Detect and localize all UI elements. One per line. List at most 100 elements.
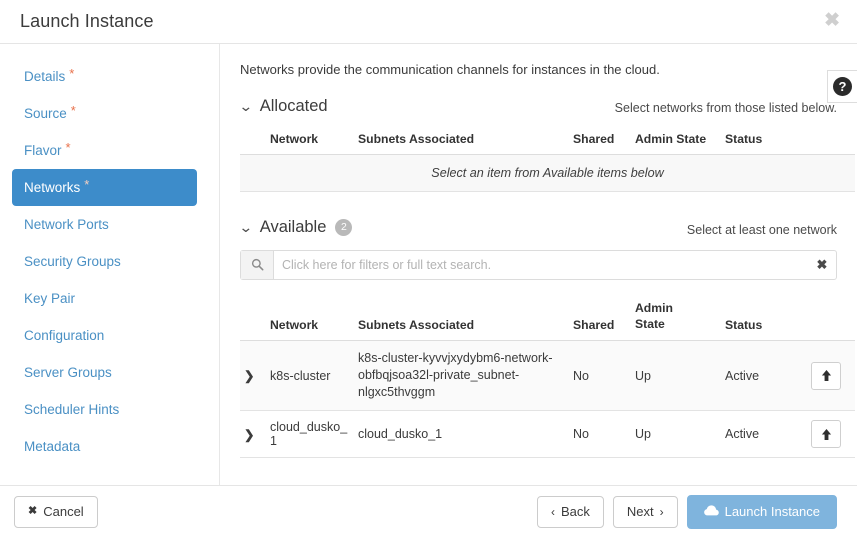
launch-instance-button[interactable]: Launch Instance [686,495,837,529]
sidebar-item-metadata[interactable]: Metadata [12,428,197,465]
launch-instance-button-label: Launch Instance [724,504,820,520]
sidebar-item-label: Key Pair [24,291,76,306]
sidebar-item-label: Networks [24,180,81,195]
available-hint: Select at least one network [686,222,837,237]
allocated-table-header-row: Network Subnets Associated Shared Admin … [240,128,855,155]
allocated-empty-row: Select an item from Available items belo… [240,154,855,192]
allocated-title: Allocated [259,97,328,115]
networks-step-content: ? Networks provide the communication cha… [220,44,857,485]
allocated-col-shared: Shared [569,128,631,155]
sidebar-item-label: Security Groups [24,254,121,269]
footer-actions: ‹ Back Next › Launch Instance [536,495,837,529]
dialog-body: Details * Source * Flavor * Networks * N… [0,44,857,485]
status-value: Active [721,340,801,412]
subnets-associated: cloud_dusko_1 [354,410,569,459]
next-button-label: Next [626,504,654,520]
sidebar-item-flavor[interactable]: Flavor * [12,132,197,169]
allocate-network-button[interactable] [811,361,841,390]
search-input[interactable] [274,250,808,279]
sidebar-item-configuration[interactable]: Configuration [12,317,197,354]
available-title: Available [259,218,327,236]
shared-value: No [569,410,631,459]
allocated-col-status: Status [721,128,801,155]
expand-row-icon[interactable]: ❯ [240,340,266,412]
row-action-cell [801,340,855,412]
available-col-shared: Shared [569,295,631,342]
sidebar-item-networks[interactable]: Networks * [12,169,197,206]
allocated-col-expand [240,128,266,155]
available-networks-table: Network Subnets Associated Shared Admin … [240,295,855,459]
sidebar-item-label: Network Ports [24,217,109,232]
required-marker: * [84,177,90,192]
sidebar-item-network-ports[interactable]: Network Ports [12,206,197,243]
allocated-col-action [801,128,855,155]
row-action-cell [801,410,855,459]
available-col-subnets: Subnets Associated [354,295,569,342]
chevron-left-icon: ‹ [550,504,555,519]
shared-value: No [569,340,631,412]
table-row[interactable]: ❯ cloud_dusko_1 cloud_dusko_1 No Up Acti… [240,410,855,459]
allocated-col-network: Network [266,128,354,155]
arrow-up-icon [821,428,831,440]
chevron-down-icon[interactable]: ⌄ [239,99,254,113]
required-marker: * [70,103,76,118]
sidebar-item-label: Source [24,106,67,121]
sidebar-item-label: Server Groups [24,365,112,380]
network-name: k8s-cluster [266,340,354,412]
required-marker: * [65,140,71,155]
cancel-button-label: Cancel [43,504,84,520]
back-button[interactable]: ‹ Back [536,496,604,528]
launch-instance-dialog: Launch Instance ✖ Details * Source * Fla… [0,0,857,538]
subnets-associated: k8s-cluster-kyvvjxydybm6-network-obfbqjs… [354,340,569,412]
sidebar-item-security-groups[interactable]: Security Groups [12,243,197,280]
expand-row-icon[interactable]: ❯ [240,410,266,459]
sidebar-item-label: Metadata [24,439,81,454]
step-description: Networks provide the communication chann… [240,62,660,77]
available-col-network: Network [266,295,354,342]
wizard-sidebar: Details * Source * Flavor * Networks * N… [0,44,220,485]
available-section-header: ⌄ Available 2 Select at least one networ… [239,218,837,238]
network-name: cloud_dusko_1 [266,410,354,459]
admin-state-line-2: State [635,316,665,331]
sidebar-item-source[interactable]: Source * [12,95,197,132]
close-icon: ✖ [28,505,38,518]
allocated-section-header: ⌄ Allocated Select networks from those l… [239,97,837,116]
admin-state-value: Up [631,340,721,412]
dialog-title: Launch Instance [20,11,154,31]
sidebar-item-label: Details [24,69,66,84]
admin-state-line-1: Admin [635,300,673,315]
available-col-status: Status [721,295,801,342]
next-button[interactable]: Next › [612,496,678,528]
sidebar-item-key-pair[interactable]: Key Pair [12,280,197,317]
sidebar-item-label: Scheduler Hints [24,402,120,417]
allocate-network-button[interactable] [811,420,841,449]
cloud-icon [703,504,719,520]
close-icon[interactable]: ✖ [824,11,840,30]
available-col-admin-state: Admin State [631,295,721,342]
sidebar-item-label: Configuration [24,328,105,343]
admin-state-value: Up [631,410,721,459]
cancel-button[interactable]: ✖ Cancel [14,496,98,528]
available-col-action [801,295,855,342]
sidebar-item-scheduler-hints[interactable]: Scheduler Hints [12,391,197,428]
available-col-expand [240,295,266,342]
allocated-empty-message: Select an item from Available items belo… [240,154,855,192]
sidebar-item-server-groups[interactable]: Server Groups [12,354,197,391]
search-bar[interactable]: ✖ [240,249,837,280]
table-row[interactable]: ❯ k8s-cluster k8s-cluster-kyvvjxydybm6-n… [240,340,855,412]
available-table-header-row: Network Subnets Associated Shared Admin … [240,295,855,342]
required-marker: * [69,66,75,81]
back-button-label: Back [560,504,590,520]
allocated-hint: Select networks from those listed below. [614,101,837,115]
search-icon [241,250,274,279]
chevron-down-icon[interactable]: ⌄ [239,220,254,234]
allocated-col-admin-state: Admin State [631,128,721,155]
dialog-footer: ✖ Cancel ‹ Back Next › Launch Instance [0,485,857,538]
arrow-up-icon [821,370,831,382]
clear-search-icon[interactable]: ✖ [808,251,836,279]
status-value: Active [721,410,801,459]
available-count-badge: 2 [335,218,353,236]
sidebar-item-details[interactable]: Details * [12,58,197,95]
allocated-table: Network Subnets Associated Shared Admin … [240,128,855,192]
chevron-right-icon: › [659,504,664,519]
